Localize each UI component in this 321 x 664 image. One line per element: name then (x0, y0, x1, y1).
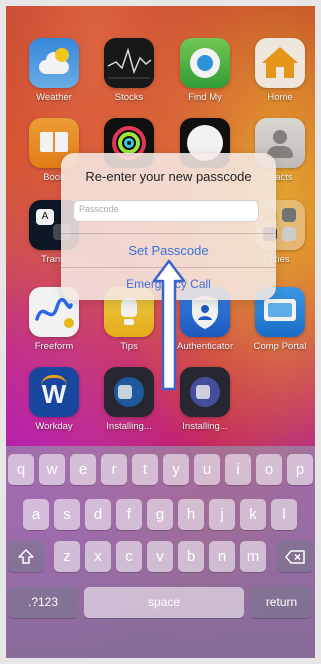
delete-key[interactable] (277, 541, 313, 572)
key-y[interactable]: y (163, 454, 189, 485)
key-x[interactable]: x (85, 541, 111, 572)
key-o[interactable]: o (256, 454, 282, 485)
key-v[interactable]: v (147, 541, 173, 572)
key-b[interactable]: b (178, 541, 204, 572)
annotation-arrow-icon (152, 259, 186, 391)
key-s[interactable]: s (54, 499, 80, 530)
key-e[interactable]: e (70, 454, 96, 485)
key-i[interactable]: i (225, 454, 251, 485)
keyboard: q w e r t y u i o p a s d f g h j k l z … (6, 446, 315, 658)
key-n[interactable]: n (209, 541, 235, 572)
key-u[interactable]: u (194, 454, 220, 485)
key-z[interactable]: z (54, 541, 80, 572)
numbers-key[interactable]: .?123 (8, 587, 78, 618)
phone-screen: Weather Stocks Find My Home Book ntacts … (0, 0, 321, 664)
key-t[interactable]: t (132, 454, 158, 485)
key-r[interactable]: r (101, 454, 127, 485)
shift-icon (18, 549, 34, 564)
key-j[interactable]: j (209, 499, 235, 530)
return-key[interactable]: return (250, 587, 313, 618)
key-p[interactable]: p (287, 454, 313, 485)
key-g[interactable]: g (147, 499, 173, 530)
alert-title: Re-enter your new passcode (85, 169, 252, 184)
space-key[interactable]: space (84, 587, 244, 618)
shift-key[interactable] (8, 541, 44, 572)
key-d[interactable]: d (85, 499, 111, 530)
key-a[interactable]: a (23, 499, 49, 530)
key-k[interactable]: k (240, 499, 266, 530)
key-m[interactable]: m (240, 541, 266, 572)
delete-icon (285, 550, 305, 564)
key-f[interactable]: f (116, 499, 142, 530)
key-w[interactable]: w (39, 454, 65, 485)
key-h[interactable]: h (178, 499, 204, 530)
key-l[interactable]: l (271, 499, 297, 530)
key-c[interactable]: c (116, 541, 142, 572)
passcode-input[interactable]: Passcode (73, 200, 259, 222)
key-q[interactable]: q (8, 454, 34, 485)
